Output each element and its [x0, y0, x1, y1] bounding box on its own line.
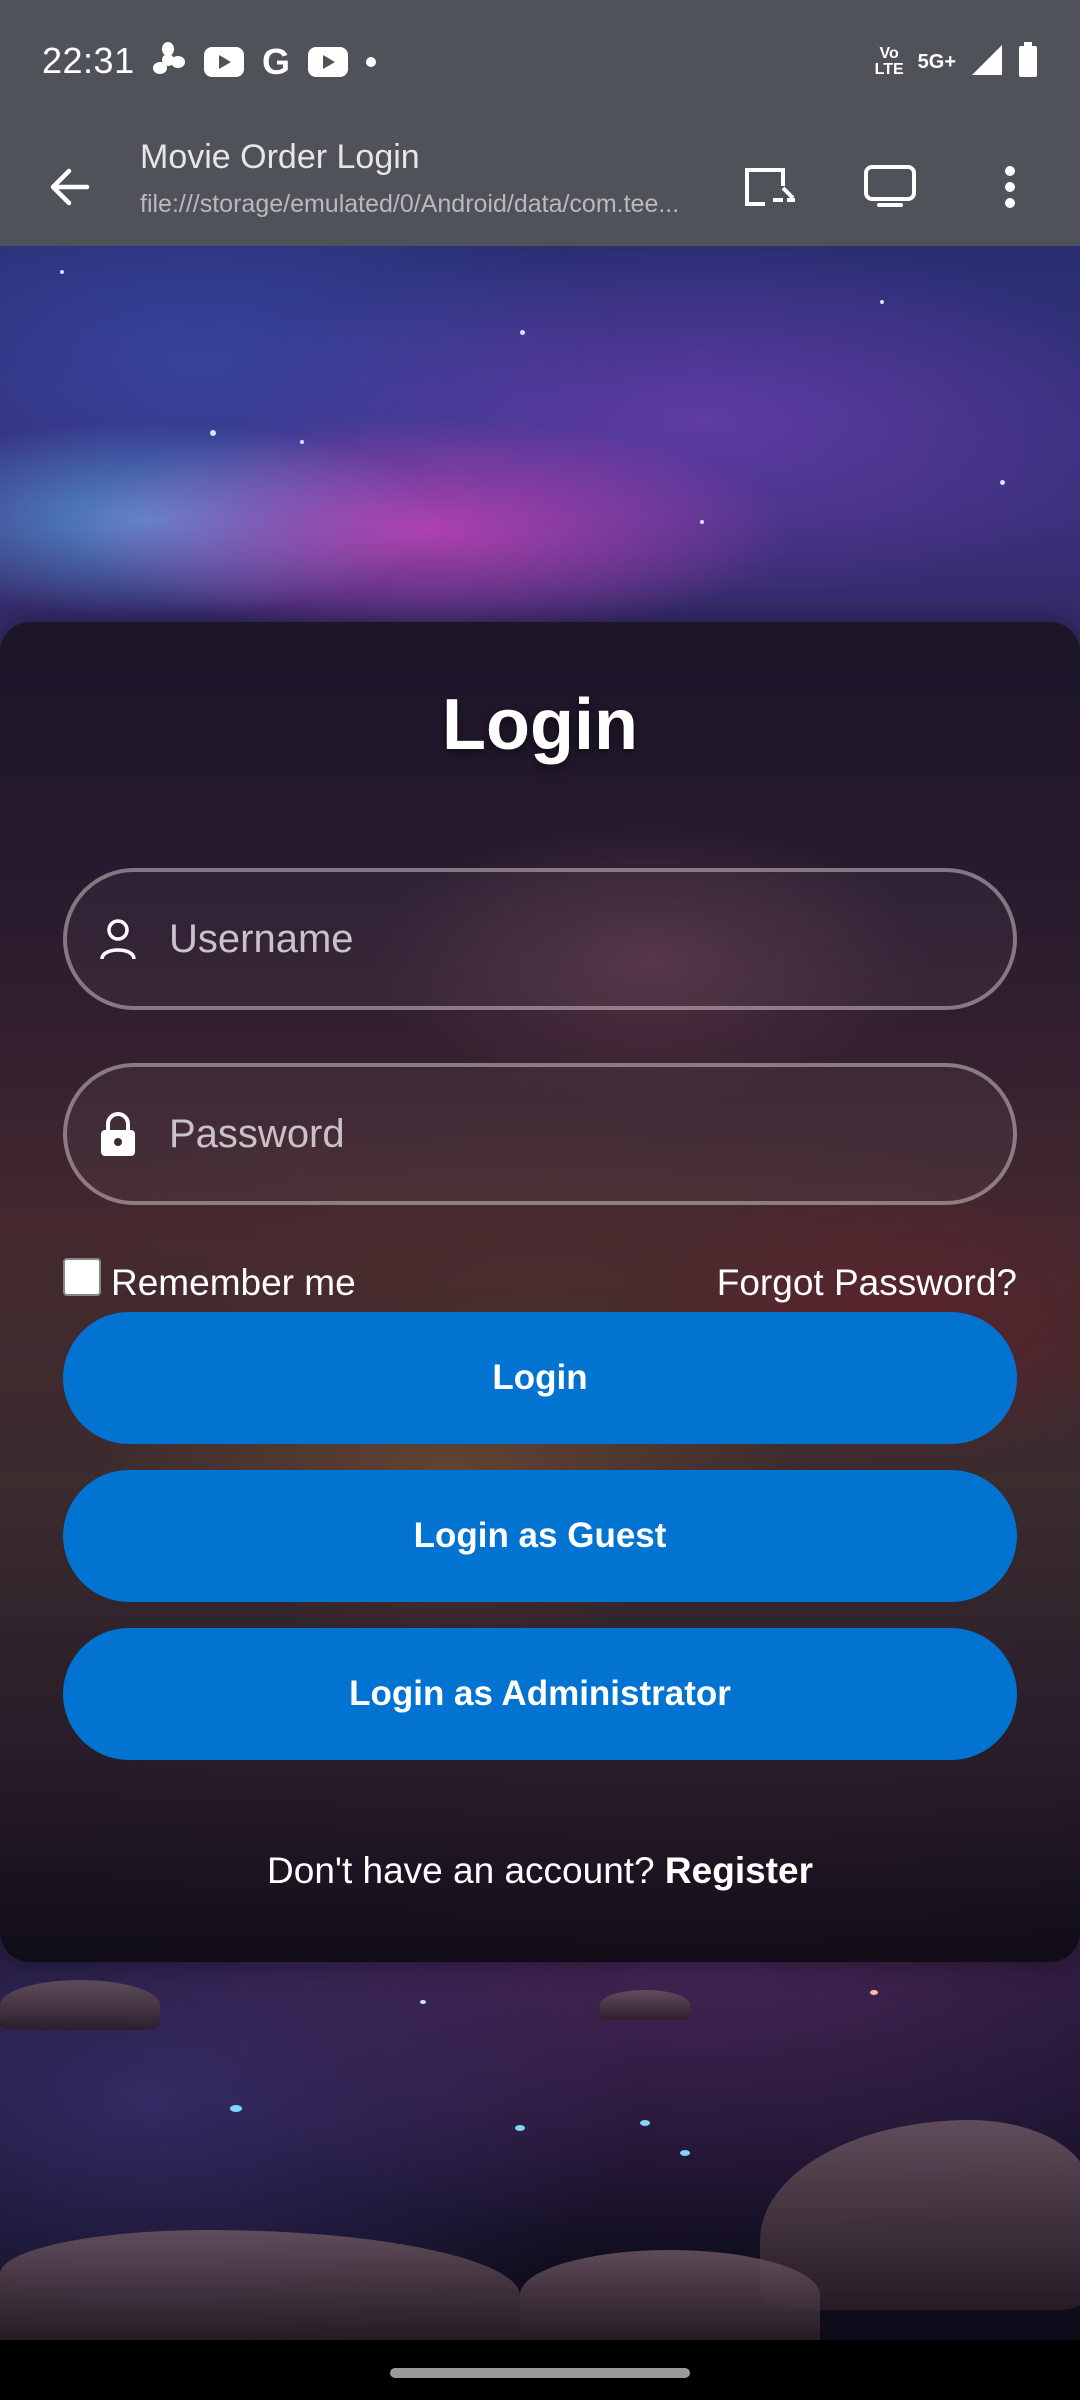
youtube-icon [204, 47, 244, 77]
register-prompt: Don't have an account? Register [0, 1850, 1080, 1892]
volte-indicator: Vo LTE [874, 45, 904, 78]
back-arrow-icon[interactable] [34, 152, 104, 222]
username-field[interactable] [63, 868, 1017, 1010]
page-title: Movie Order Login [140, 138, 420, 176]
remember-checkbox[interactable] [63, 1258, 101, 1296]
user-icon [93, 914, 143, 964]
status-time: 22:31 [42, 40, 135, 81]
password-field[interactable] [63, 1063, 1017, 1205]
battery-icon [1018, 41, 1038, 83]
status-bar: 22:31 G Vo LTE 5G+ [0, 0, 1080, 124]
system-icons: Vo LTE 5G+ [875, 40, 1038, 84]
login-card: Login Remember me Forgot Password? Login… [0, 622, 1080, 1962]
youtube-icon [308, 47, 349, 77]
more-vert-icon[interactable] [975, 152, 1045, 222]
home-indicator[interactable] [390, 2368, 690, 2378]
lock-icon [93, 1109, 143, 1159]
navigation-bar [0, 2340, 1080, 2400]
cast-icon[interactable] [736, 152, 806, 222]
guest-login-button[interactable]: Login as Guest [63, 1470, 1017, 1602]
remember-label: Remember me [111, 1262, 356, 1303]
forgot-password-link[interactable]: Forgot Password? [717, 1262, 1017, 1304]
fan-icon [150, 41, 186, 83]
login-title: Login [442, 685, 638, 765]
google-icon: G [262, 41, 291, 82]
browser-toolbar: Movie Order Login file:///storage/emulat… [0, 124, 1080, 246]
register-prompt-text: Don't have an account? [267, 1850, 655, 1891]
login-button[interactable]: Login [63, 1312, 1017, 1444]
signal-icon [970, 43, 1004, 82]
register-link[interactable]: Register [665, 1850, 813, 1891]
username-input[interactable] [167, 872, 987, 1006]
page-url[interactable]: file:///storage/emulated/0/Android/data/… [140, 190, 710, 219]
dot-icon [366, 57, 377, 67]
tab-switcher-icon[interactable] [855, 152, 925, 222]
notification-icons: G [150, 41, 377, 83]
remember-me[interactable]: Remember me [63, 1258, 356, 1308]
password-input[interactable] [167, 1067, 987, 1201]
network-type: 5G+ [917, 51, 956, 73]
admin-login-button[interactable]: Login as Administrator [63, 1628, 1017, 1760]
